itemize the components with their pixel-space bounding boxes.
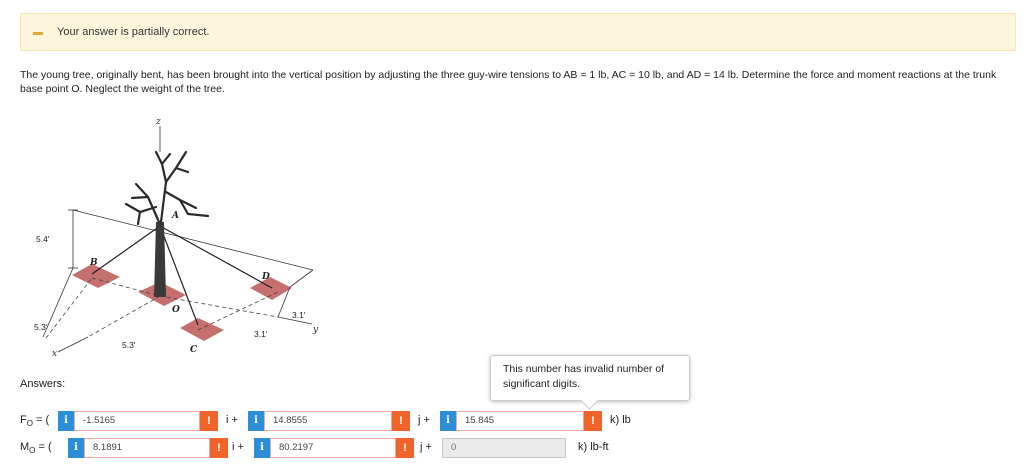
- force-k-unit: k) lb: [610, 414, 631, 426]
- error-icon[interactable]: !: [392, 411, 410, 431]
- info-icon[interactable]: i: [440, 411, 456, 431]
- force-answer-row: FO = ( i -1.5165 ! i + i 14.8555 ! j + i…: [20, 410, 1010, 432]
- error-icon[interactable]: !: [396, 438, 414, 458]
- moment-j-unit: j +: [420, 441, 432, 453]
- dim-5-4: 5.4': [36, 234, 50, 244]
- force-j-input[interactable]: 14.8555: [264, 411, 392, 431]
- label-a: A: [171, 211, 179, 221]
- label-d: D: [261, 272, 270, 282]
- moment-answer-row: MO = ( i 8.1891 ! i + i 80.2197 ! j + 0 …: [20, 437, 1010, 459]
- info-icon[interactable]: i: [68, 438, 84, 458]
- error-icon[interactable]: !: [584, 411, 602, 431]
- error-icon[interactable]: !: [200, 411, 218, 431]
- moment-i-unit: i +: [232, 441, 244, 453]
- error-tooltip: This number has invalid number of signif…: [490, 355, 690, 401]
- anchor-pad-c: [180, 318, 224, 341]
- moment-j-input[interactable]: 80.2197: [270, 438, 396, 458]
- dim-5-3-left: 5.3': [34, 322, 48, 332]
- force-label: FO = (: [20, 414, 50, 429]
- info-icon[interactable]: i: [58, 411, 74, 431]
- force-k-input[interactable]: 15.845: [456, 411, 584, 431]
- force-i-unit: i +: [226, 414, 238, 426]
- answers-label: Answers:: [20, 378, 66, 390]
- label-c: C: [190, 345, 198, 355]
- dim-3-1-right: 3.1': [292, 310, 306, 320]
- force-j-unit: j +: [418, 414, 430, 426]
- info-icon[interactable]: i: [248, 411, 264, 431]
- label-y: y: [312, 325, 319, 335]
- partial-correct-icon: [33, 32, 43, 35]
- label-x: x: [52, 349, 57, 359]
- error-icon[interactable]: !: [210, 438, 228, 458]
- tree-trunk: [154, 222, 166, 297]
- info-icon[interactable]: i: [254, 438, 270, 458]
- force-i-input[interactable]: -1.5165: [74, 411, 200, 431]
- problem-statement: The young tree, originally bent, has bee…: [20, 69, 997, 95]
- label-b: B: [89, 258, 98, 268]
- moment-k-input[interactable]: 0: [442, 438, 566, 458]
- dim-5-3-bottom: 5.3': [122, 340, 136, 350]
- feedback-banner: Your answer is partially correct.: [20, 13, 1016, 51]
- moment-k-unit: k) lb-ft: [578, 441, 609, 453]
- label-z: z: [155, 117, 161, 127]
- anchor-pad-d: [250, 277, 292, 300]
- tree-guy-wire-figure: z A B C D O x y 5.4' 5.3' 5.3' 3.1' 3.1': [34, 117, 319, 359]
- moment-label: MO = (: [20, 441, 52, 456]
- moment-i-input[interactable]: 8.1891: [84, 438, 210, 458]
- dim-3-1-bottom: 3.1': [254, 329, 268, 339]
- feedback-message: Your answer is partially correct.: [57, 26, 210, 38]
- label-o: O: [172, 305, 180, 315]
